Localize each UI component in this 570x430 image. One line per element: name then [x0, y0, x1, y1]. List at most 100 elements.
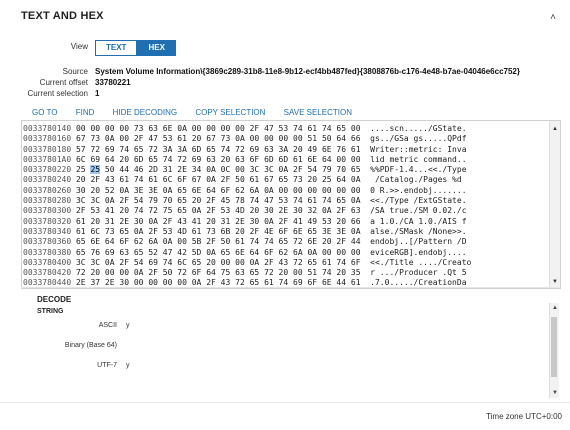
hex-byte[interactable]: 65	[177, 186, 187, 195]
hex-byte[interactable]: 20	[192, 196, 202, 205]
hex-byte[interactable]: 6F	[119, 237, 129, 246]
hex-byte[interactable]: 73	[221, 134, 231, 143]
hex-byte[interactable]: 75	[163, 206, 173, 215]
hex-byte[interactable]: 64	[105, 155, 115, 164]
hex-byte[interactable]: 66	[351, 134, 361, 143]
hex-byte[interactable]: 20	[76, 175, 86, 184]
hex-byte[interactable]: 49	[307, 145, 317, 154]
hex-byte[interactable]: 53	[279, 124, 289, 133]
hex-byte[interactable]: 2F	[76, 206, 86, 215]
hex-byte[interactable]: 20	[221, 155, 231, 164]
hex-byte[interactable]: 72	[293, 258, 303, 267]
hex-byte[interactable]: 00	[351, 124, 361, 133]
hex-byte[interactable]: 79	[322, 165, 332, 174]
hex-viewer[interactable]: 0033780140 00 00 00 00 73 63 6E 0A 00 00…	[21, 120, 561, 289]
hex-byte[interactable]: 41	[105, 206, 115, 215]
hex-byte[interactable]: 70	[163, 196, 173, 205]
hex-byte[interactable]: 20	[307, 175, 317, 184]
hex-byte[interactable]: 2F	[134, 134, 144, 143]
hex-byte[interactable]: 6B	[221, 227, 231, 236]
hex-byte[interactable]: 53	[163, 134, 173, 143]
hex-byte[interactable]: 31	[105, 217, 115, 226]
hex-byte[interactable]: 3C	[76, 258, 86, 267]
hex-byte[interactable]: 2F	[221, 175, 231, 184]
hex-byte[interactable]: 0A	[250, 258, 260, 267]
hex-row[interactable]: 0033780260 30 20 52 0A 3E 3E 0A 65 6E 64…	[23, 186, 471, 196]
hex-byte[interactable]: 20	[336, 268, 346, 277]
hex-row[interactable]: 0033780380 65 76 69 63 65 52 47 42 5D 0A…	[23, 248, 471, 258]
hex-byte[interactable]: 20	[206, 217, 216, 226]
hex-byte[interactable]: 00	[293, 268, 303, 277]
hex-byte[interactable]: 74	[250, 196, 260, 205]
hex-byte[interactable]: 69	[192, 155, 202, 164]
hex-byte[interactable]: 2F	[148, 227, 158, 236]
hex-row[interactable]: 00337801A0 6C 69 64 20 6D 65 74 72 69 63…	[23, 155, 471, 165]
hex-byte[interactable]: 6F	[221, 186, 231, 195]
hex-byte[interactable]: 63	[148, 124, 158, 133]
hex-byte[interactable]: 78	[235, 196, 245, 205]
hex-byte[interactable]: 63	[206, 155, 216, 164]
hex-byte[interactable]: 0A	[119, 186, 129, 195]
scroll-up-icon[interactable]: ▲	[552, 305, 558, 311]
hex-byte[interactable]: 61	[192, 227, 202, 236]
hex-byte[interactable]: 0A	[279, 165, 289, 174]
hex-byte[interactable]: 65	[206, 145, 216, 154]
hex-byte[interactable]: 3E	[322, 227, 332, 236]
hex-byte[interactable]: 74	[134, 175, 144, 184]
hex-byte[interactable]: 00	[119, 134, 129, 143]
hex-byte[interactable]: 61	[76, 227, 86, 236]
hex-byte[interactable]: 64	[105, 237, 115, 246]
hex-byte[interactable]: 74	[322, 196, 332, 205]
hex-byte[interactable]: 5B	[192, 237, 202, 246]
scroll-thumb[interactable]	[551, 317, 557, 377]
hex-byte[interactable]: 53	[221, 206, 231, 215]
hex-byte[interactable]: 6D	[134, 155, 144, 164]
hex-byte[interactable]: 65	[177, 196, 187, 205]
hex-byte[interactable]: 45	[221, 196, 231, 205]
hex-byte[interactable]: 4E	[264, 227, 274, 236]
hex-byte[interactable]: 0A	[105, 258, 115, 267]
hex-byte[interactable]: 69	[90, 155, 100, 164]
hex-byte[interactable]: 6E	[90, 237, 100, 246]
hex-byte[interactable]: 50	[163, 268, 173, 277]
hex-byte[interactable]: 69	[105, 248, 115, 257]
hex-byte[interactable]: 62	[235, 186, 245, 195]
hex-byte[interactable]: 00	[307, 186, 317, 195]
hex-byte[interactable]: 74	[293, 196, 303, 205]
hex-byte[interactable]: 61	[235, 237, 245, 246]
hex-byte[interactable]: 53	[163, 227, 173, 236]
hex-byte[interactable]: 00	[250, 134, 260, 143]
hex-byte[interactable]: 0A	[307, 248, 317, 257]
hex-byte[interactable]: 50	[105, 165, 115, 174]
hex-byte[interactable]: 0A	[134, 268, 144, 277]
hex-byte[interactable]: 2F	[336, 206, 346, 215]
hex-byte[interactable]: 64	[250, 248, 260, 257]
hex-byte[interactable]: 47	[264, 196, 274, 205]
hex-byte[interactable]: 47	[163, 248, 173, 257]
hex-byte[interactable]: 0A	[351, 175, 361, 184]
hex-byte[interactable]: 00	[264, 134, 274, 143]
hex-byte[interactable]: 30	[134, 217, 144, 226]
hex-byte[interactable]: 61	[307, 196, 317, 205]
hex-byte[interactable]: 65	[134, 145, 144, 154]
hex-byte[interactable]: 65	[76, 237, 86, 246]
hex-byte[interactable]: 57	[76, 145, 86, 154]
hex-byte[interactable]: 0A	[206, 248, 216, 257]
hex-byte[interactable]: 2E	[177, 165, 187, 174]
hex-byte[interactable]: 3E	[336, 227, 346, 236]
hex-byte[interactable]: 3C	[90, 196, 100, 205]
hex-byte[interactable]: 00	[336, 155, 346, 164]
hex-byte[interactable]: 20	[235, 227, 245, 236]
hex-byte[interactable]: 31	[221, 217, 231, 226]
hex-byte[interactable]: 00	[293, 134, 303, 143]
hex-row[interactable]: 0033780360 65 6E 64 6F 62 6A 0A 00 5B 2F…	[23, 237, 471, 247]
hex-byte[interactable]: 74	[322, 268, 332, 277]
hex-byte[interactable]: 65	[279, 237, 289, 246]
hex-byte[interactable]: 00	[336, 186, 346, 195]
hex-byte[interactable]: 20	[90, 217, 100, 226]
hex-byte[interactable]: 20	[90, 268, 100, 277]
hex-byte[interactable]: 00	[192, 124, 202, 133]
hex-byte[interactable]: 3A	[177, 145, 187, 154]
hex-byte[interactable]: 41	[192, 217, 202, 226]
hex-byte[interactable]: 6F	[192, 268, 202, 277]
